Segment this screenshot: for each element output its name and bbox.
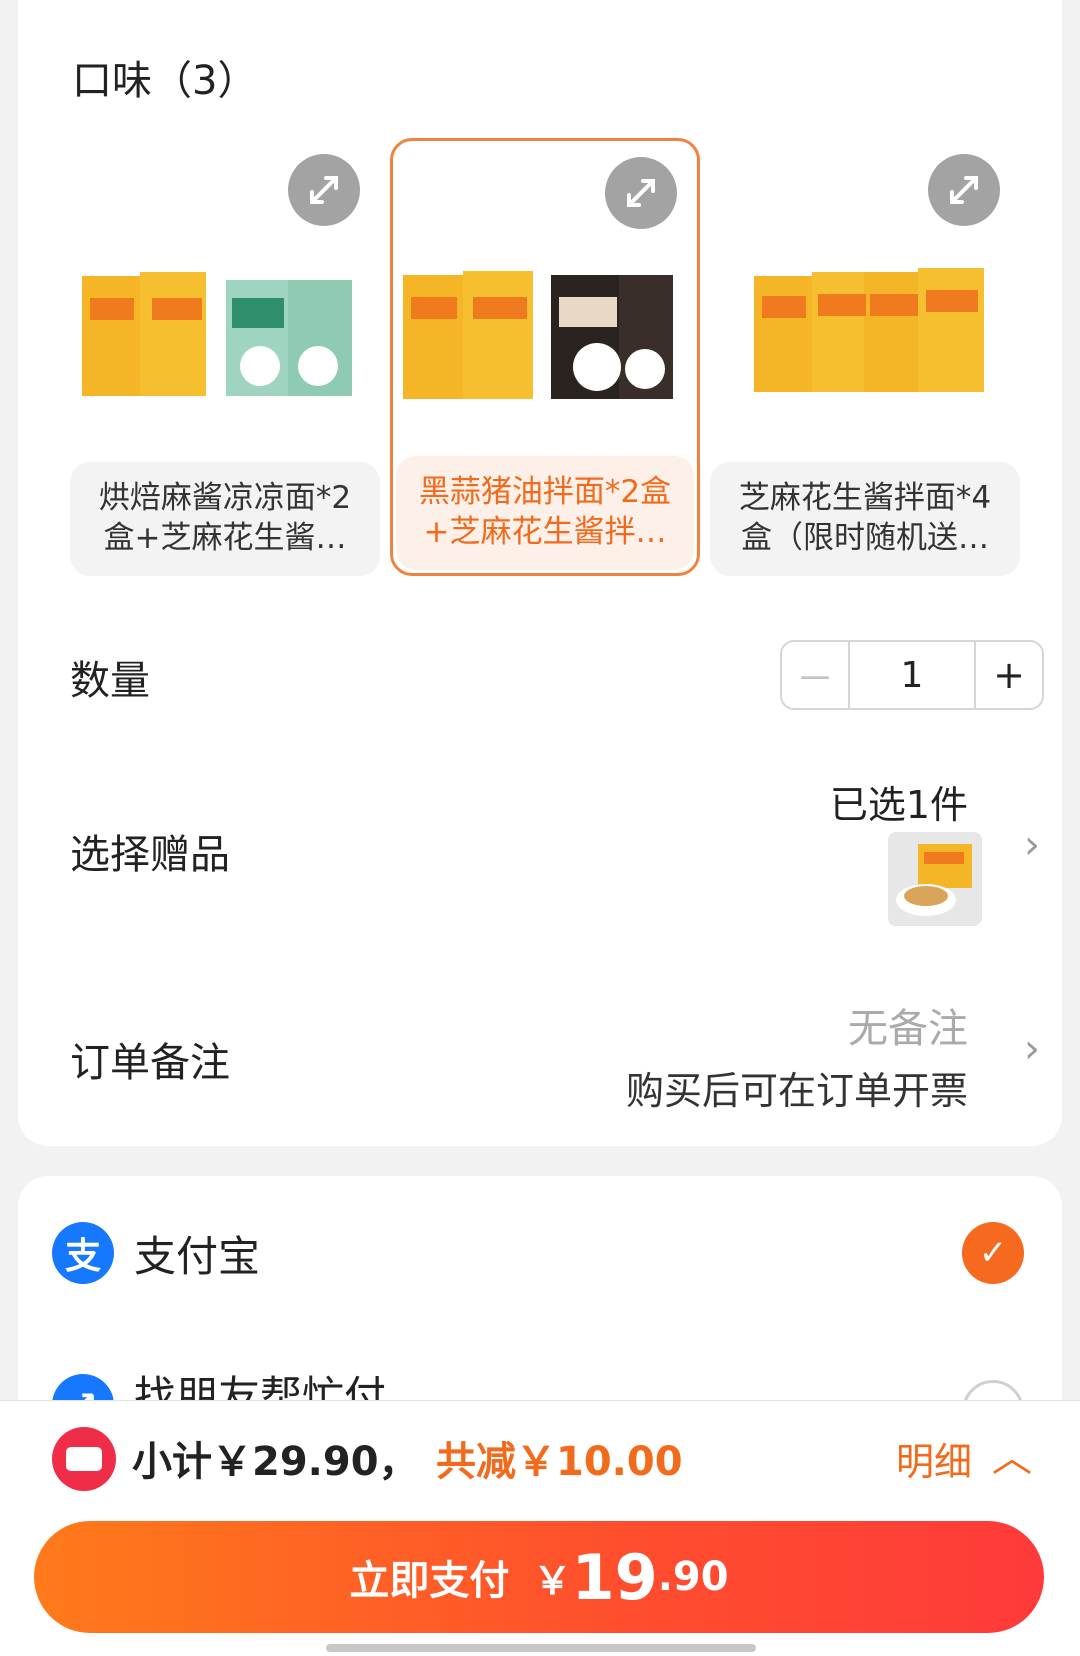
- subtotal-text: 小计￥29.90，: [132, 1439, 419, 1485]
- expand-image-icon[interactable]: [928, 154, 1000, 226]
- coupon-icon: [52, 1427, 116, 1491]
- invoice-note: 购买后可在订单开票: [625, 1069, 968, 1113]
- home-indicator: [326, 1644, 756, 1652]
- sku-panel: 口味（3） 烘焙麻酱凉凉面*2盒+芝麻花生酱… 黑蒜猪油拌面*2盒+芝麻花生酱拌…: [18, 0, 1062, 1146]
- remark-chevron-right-icon[interactable]: ›: [1024, 1026, 1040, 1072]
- increase-button[interactable]: +: [974, 642, 1042, 708]
- variant-option-3[interactable]: 芝麻花生酱拌面*4盒（限时随机送…: [710, 138, 1020, 576]
- quantity-stepper: － 1 +: [780, 640, 1044, 710]
- pay-button-label: 立即支付: [349, 1558, 510, 1604]
- amount-decimal: .90: [657, 1554, 729, 1600]
- gift-thumbnail[interactable]: [888, 832, 982, 926]
- product-image: [403, 271, 673, 399]
- currency-symbol: ￥: [533, 1558, 572, 1603]
- alipay-icon: 支: [52, 1222, 114, 1284]
- gift-chevron-right-icon[interactable]: ›: [1024, 822, 1040, 868]
- payment-option-alipay[interactable]: 支 支付宝: [52, 1222, 260, 1284]
- quantity-label: 数量: [70, 658, 150, 704]
- checkout-bar: 小计￥29.90， 共减￥10.00 明细 ︿ 立即支付 ￥ 19 .90: [0, 1400, 1080, 1656]
- variant-option-1[interactable]: 烘焙麻酱凉凉面*2盒+芝麻花生酱…: [70, 138, 380, 576]
- amount-integer: 19: [571, 1540, 658, 1614]
- chevron-up-icon[interactable]: ︿: [992, 1425, 1032, 1483]
- check-icon[interactable]: ✓: [962, 1222, 1024, 1284]
- product-image: [754, 268, 984, 392]
- decrease-button[interactable]: －: [782, 642, 850, 708]
- payment-method-name: 支付宝: [134, 1231, 261, 1281]
- expand-image-icon[interactable]: [288, 154, 360, 226]
- variant-label: 芝麻花生酱拌面*4盒（限时随机送…: [710, 462, 1020, 576]
- quantity-value[interactable]: 1: [850, 642, 974, 708]
- remark-placeholder[interactable]: 无备注: [848, 996, 968, 1054]
- pay-now-button[interactable]: 立即支付 ￥ 19 .90: [34, 1521, 1044, 1633]
- gift-selected-count[interactable]: 已选1件: [830, 774, 968, 829]
- gift-label[interactable]: 选择赠品: [70, 822, 230, 880]
- detail-link[interactable]: 明细: [896, 1431, 972, 1486]
- variant-option-2[interactable]: 黑蒜猪油拌面*2盒+芝麻花生酱拌…: [390, 138, 700, 576]
- variant-label: 黑蒜猪油拌面*2盒+芝麻花生酱拌…: [396, 456, 694, 570]
- discount-text: 共减￥10.00: [436, 1439, 683, 1485]
- flavor-title: 口味（3）: [72, 58, 258, 104]
- expand-image-icon[interactable]: [605, 157, 677, 229]
- product-image: [82, 272, 352, 396]
- variant-label: 烘焙麻酱凉凉面*2盒+芝麻花生酱…: [70, 462, 380, 576]
- remark-label[interactable]: 订单备注: [70, 1030, 230, 1088]
